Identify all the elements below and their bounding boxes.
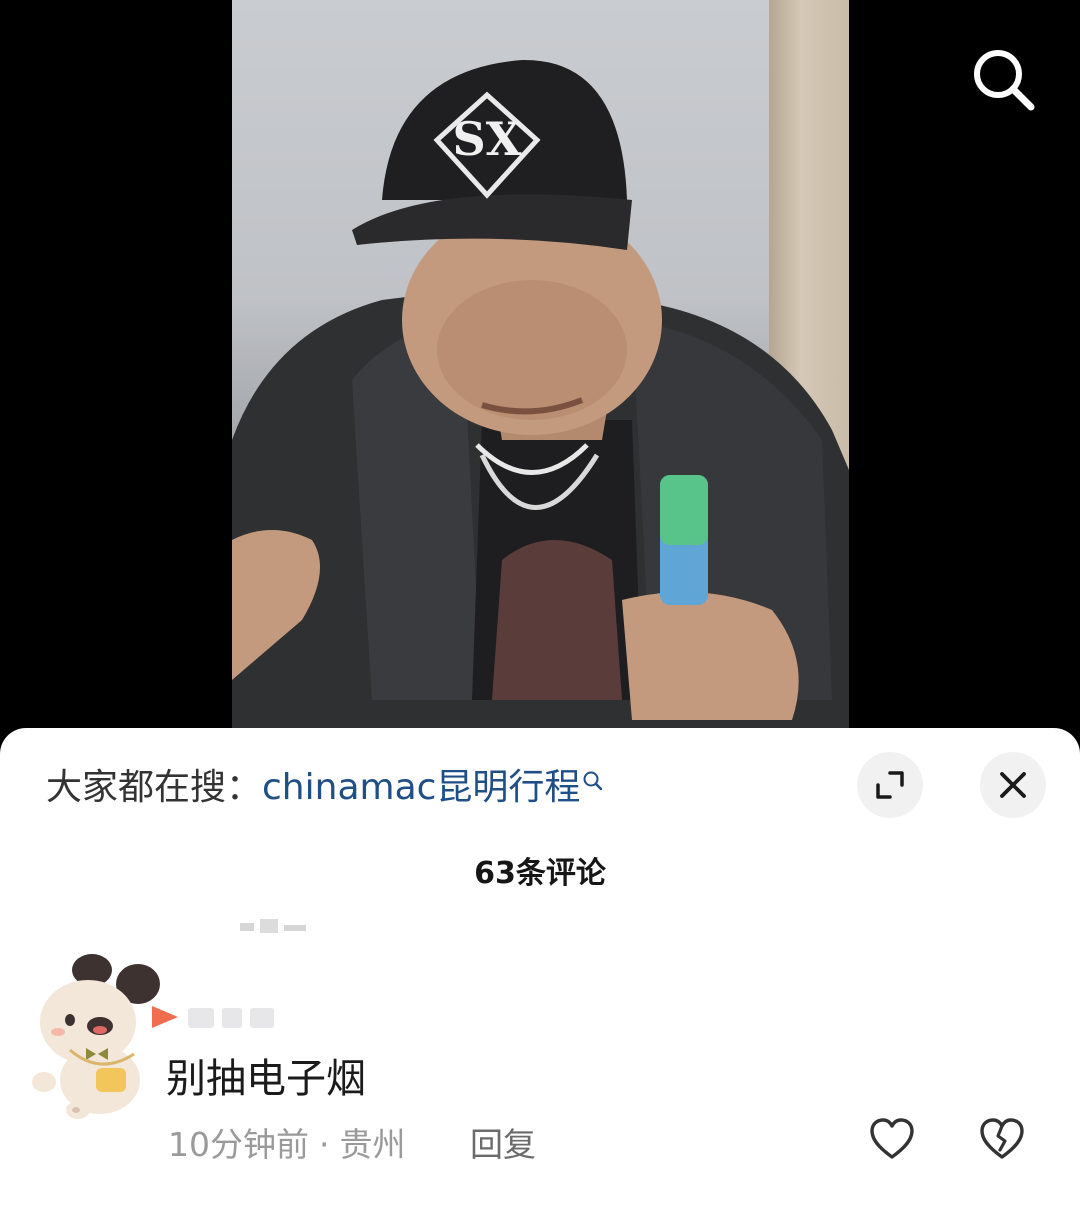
comment-count-title: 63条评论 [474, 856, 606, 891]
username-obscured[interactable] [150, 1000, 290, 1034]
reply-button[interactable]: 回复 [470, 1118, 536, 1166]
comment-sheet: 大家都在搜：chinamac昆明行程 63条评论 别抽电子烟 10分钟前 · 贵… [0, 728, 1080, 1205]
broken-heart-icon [980, 1118, 1024, 1159]
heart-icon [870, 1118, 914, 1159]
expand-icon [876, 771, 904, 799]
comment-time: 10分钟前 [168, 1125, 309, 1164]
trending-search-bar: 大家都在搜：chinamac昆明行程 [46, 764, 604, 812]
like-button[interactable] [868, 1116, 916, 1162]
meta-separator: · [319, 1125, 330, 1164]
play-badge-icon [152, 1006, 178, 1028]
video-player[interactable]: SX [232, 0, 849, 740]
comment-body: 别抽电子烟 [166, 1056, 366, 1102]
username-blur-block [222, 1008, 242, 1028]
dislike-button[interactable] [978, 1116, 1026, 1162]
trending-prefix: 大家都在搜： [46, 767, 263, 808]
search-button[interactable] [968, 44, 1038, 114]
avatar[interactable] [30, 950, 166, 1122]
svg-text:SX: SX [453, 112, 522, 166]
video-frame-illustration: SX [232, 59, 849, 740]
expand-button[interactable] [857, 752, 923, 818]
search-small-icon [583, 771, 603, 791]
close-button[interactable] [980, 752, 1046, 818]
app-screen: SX 大家都在搜：chinamac昆明行程 63条评论 别抽电子烟 10分钟前 … [0, 0, 1080, 1205]
scrolled-previous-content [240, 916, 310, 934]
cartoon-dog-avatar [32, 954, 160, 1119]
comment-meta: 10分钟前 · 贵州 [168, 1118, 406, 1166]
faded-text-fragment [240, 919, 306, 933]
comment-location: 贵州 [339, 1125, 406, 1164]
close-icon [1000, 772, 1026, 798]
trending-query-link[interactable]: chinamac昆明行程 [262, 767, 580, 808]
username-blur-block [188, 1008, 214, 1028]
username-blur-block [250, 1008, 274, 1028]
search-icon [974, 50, 1035, 111]
